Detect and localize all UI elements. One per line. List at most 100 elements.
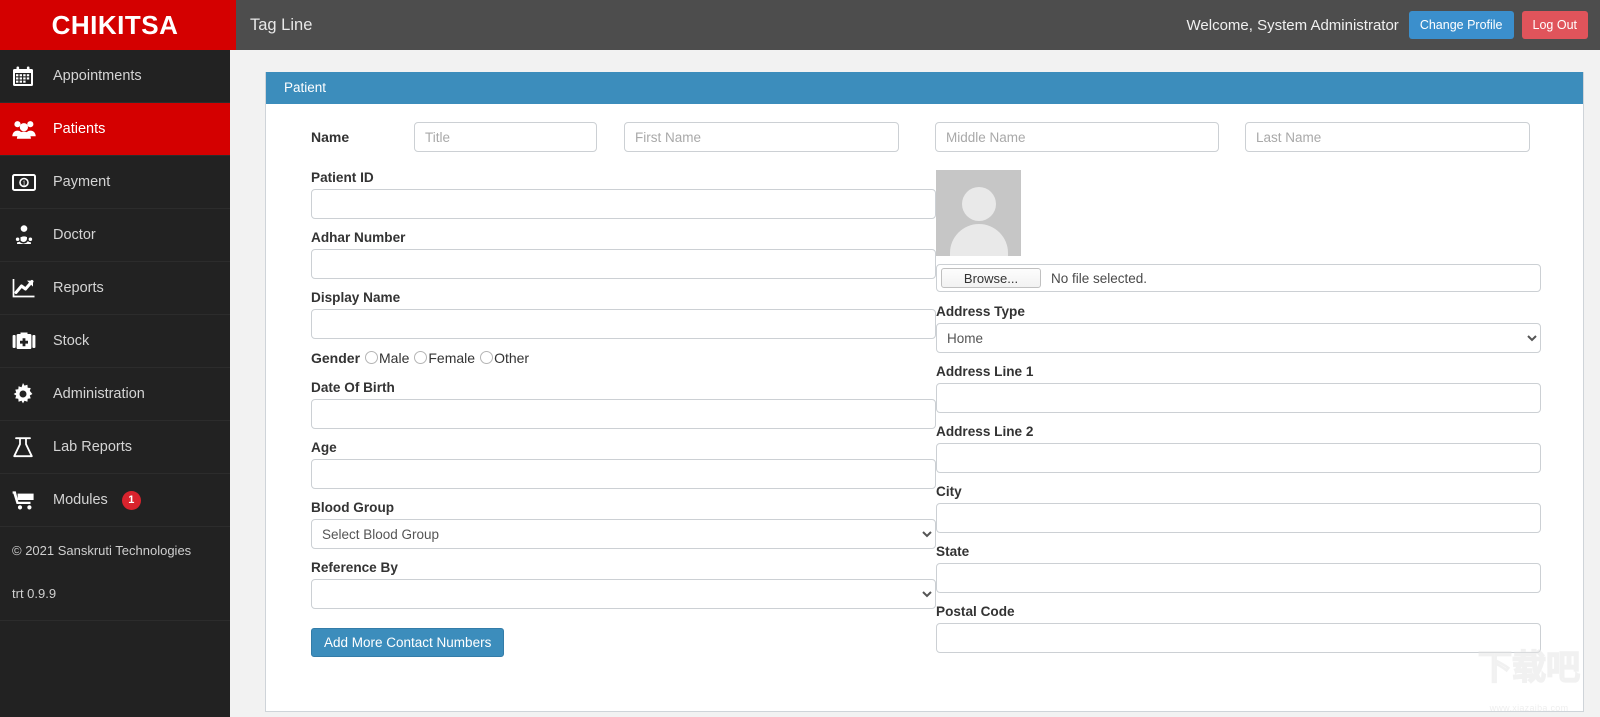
brand-name: CHIKITSA: [51, 9, 179, 40]
sidebar-item-payment[interactable]: 1 Payment: [0, 156, 230, 209]
sidebar-item-lab-reports[interactable]: Lab Reports: [0, 421, 230, 474]
date-of-birth-label: Date Of Birth: [311, 380, 395, 395]
address-line-1-input[interactable]: [936, 383, 1541, 413]
patients-icon: [12, 116, 44, 142]
blood-group-group: Blood Group Select Blood Group: [311, 500, 936, 549]
sidebar-item-label: Lab Reports: [53, 438, 132, 455]
gender-option-label[interactable]: Male: [379, 350, 409, 366]
display-name-group: Display Name: [311, 290, 936, 339]
patient-id-group: Patient ID: [311, 170, 936, 219]
reference-by-select[interactable]: [311, 579, 936, 609]
file-status-text: No file selected.: [1051, 270, 1148, 286]
gender-label: Gender: [311, 350, 361, 366]
blood-group-select[interactable]: Select Blood Group: [311, 519, 936, 549]
state-group: State: [936, 544, 1541, 593]
sidebar-item-label: Stock: [53, 332, 90, 349]
photo-file-input[interactable]: Browse... No file selected.: [936, 264, 1541, 292]
sidebar: CHIKITSA Appointments Patients 1 Payment: [0, 0, 230, 717]
middle-name-input[interactable]: [935, 122, 1219, 152]
blood-group-label: Blood Group: [311, 500, 395, 515]
gender-radio-other[interactable]: [480, 350, 494, 364]
date-of-birth-input[interactable]: [311, 399, 936, 429]
form-column-right: Browse... No file selected. Address Type…: [936, 170, 1583, 664]
sidebar-item-appointments[interactable]: Appointments: [0, 50, 230, 103]
postal-code-label: Postal Code: [936, 604, 1015, 619]
app-root: CHIKITSA Appointments Patients 1 Payment: [0, 0, 1600, 717]
logout-button[interactable]: Log Out: [1521, 11, 1588, 39]
sidebar-item-modules[interactable]: Modules 1: [0, 474, 230, 527]
gender-radio-female[interactable]: [414, 350, 428, 364]
tagline: Tag Line: [250, 15, 313, 34]
address-line-2-input[interactable]: [936, 443, 1541, 473]
medical-kit-icon: [12, 328, 44, 354]
address-type-group: Address Type Home: [936, 304, 1541, 353]
sidebar-item-reports[interactable]: Reports: [0, 262, 230, 315]
avatar-body: [950, 224, 1008, 256]
panel-title: Patient: [266, 72, 1583, 104]
address-line-2-group: Address Line 2: [936, 424, 1541, 473]
avatar-head: [962, 187, 996, 221]
reference-by-label: Reference By: [311, 560, 398, 575]
calendar-icon: [12, 63, 44, 89]
patient-panel: Patient Name Patient: [265, 72, 1584, 712]
add-more-contact-numbers-button[interactable]: Add More Contact Numbers: [311, 628, 505, 657]
status-badge: 1: [121, 490, 141, 510]
gender-radio-male[interactable]: [365, 350, 379, 364]
first-name-input[interactable]: [624, 122, 899, 152]
svg-text:1: 1: [22, 179, 26, 187]
sidebar-item-label: Patients: [53, 120, 106, 137]
topbar-actions: Welcome, System Administrator Change Pro…: [1187, 11, 1594, 39]
sidebar-item-label: Administration: [53, 385, 145, 402]
flask-icon: [12, 434, 44, 460]
avatar: [936, 170, 1021, 256]
sidebar-item-label: Payment: [53, 173, 111, 190]
sidebar-item-stock[interactable]: Stock: [0, 315, 230, 368]
adhar-number-group: Adhar Number: [311, 230, 936, 279]
sidebar-item-label: Doctor: [53, 226, 96, 243]
state-label: State: [936, 544, 970, 559]
last-name-input[interactable]: [1245, 122, 1530, 152]
title-input[interactable]: [414, 122, 597, 152]
form-column-left: Patient ID Adhar Number Display Name Gen…: [266, 170, 936, 664]
address-type-label: Address Type: [936, 304, 1025, 319]
reference-by-group: Reference By: [311, 560, 936, 609]
sidebar-divider: [0, 620, 230, 621]
address-type-select[interactable]: Home: [936, 323, 1541, 353]
date-of-birth-group: Date Of Birth: [311, 380, 936, 429]
sidebar-footer: © 2021 Sanskruti Technologies trt 0.9.9: [0, 527, 230, 601]
address-line-1-label: Address Line 1: [936, 364, 1034, 379]
postal-code-group: Postal Code: [936, 604, 1541, 653]
sidebar-item-administration[interactable]: Administration: [0, 368, 230, 421]
sidebar-item-doctor[interactable]: Doctor: [0, 209, 230, 262]
sidebar-item-label: Modules: [53, 491, 108, 508]
version-text: trt 0.9.9: [12, 586, 57, 601]
address-line-2-label: Address Line 2: [936, 424, 1034, 439]
gender-option-label[interactable]: Other: [494, 350, 529, 366]
state-input[interactable]: [936, 563, 1541, 593]
age-label: Age: [311, 440, 337, 455]
display-name-input[interactable]: [311, 309, 936, 339]
main-region: Tag Line Welcome, System Administrator C…: [228, 0, 1600, 717]
gear-icon: [12, 381, 44, 407]
change-profile-button[interactable]: Change Profile: [1408, 11, 1514, 39]
content-area: Patient Name Patient: [230, 50, 1600, 717]
sidebar-item-label: Reports: [53, 279, 104, 296]
display-name-label: Display Name: [311, 290, 401, 305]
city-label: City: [936, 484, 962, 499]
brand-logo[interactable]: CHIKITSA: [0, 0, 230, 50]
copyright-text: © 2021 Sanskruti Technologies: [12, 543, 192, 558]
chart-line-icon: [12, 275, 44, 301]
name-label: Name: [311, 129, 350, 145]
sidebar-item-patients[interactable]: Patients: [0, 103, 230, 156]
gender-option-label[interactable]: Female: [428, 350, 475, 366]
adhar-number-input[interactable]: [311, 249, 936, 279]
name-row: Name: [266, 122, 1583, 152]
city-input[interactable]: [936, 503, 1541, 533]
postal-code-input[interactable]: [936, 623, 1541, 653]
browse-button[interactable]: Browse...: [941, 268, 1041, 288]
patient-form: Name Patient ID: [266, 104, 1583, 717]
address-line-1-group: Address Line 1: [936, 364, 1541, 413]
patient-id-input[interactable]: [311, 189, 936, 219]
patient-id-label: Patient ID: [311, 170, 374, 185]
age-input[interactable]: [311, 459, 936, 489]
